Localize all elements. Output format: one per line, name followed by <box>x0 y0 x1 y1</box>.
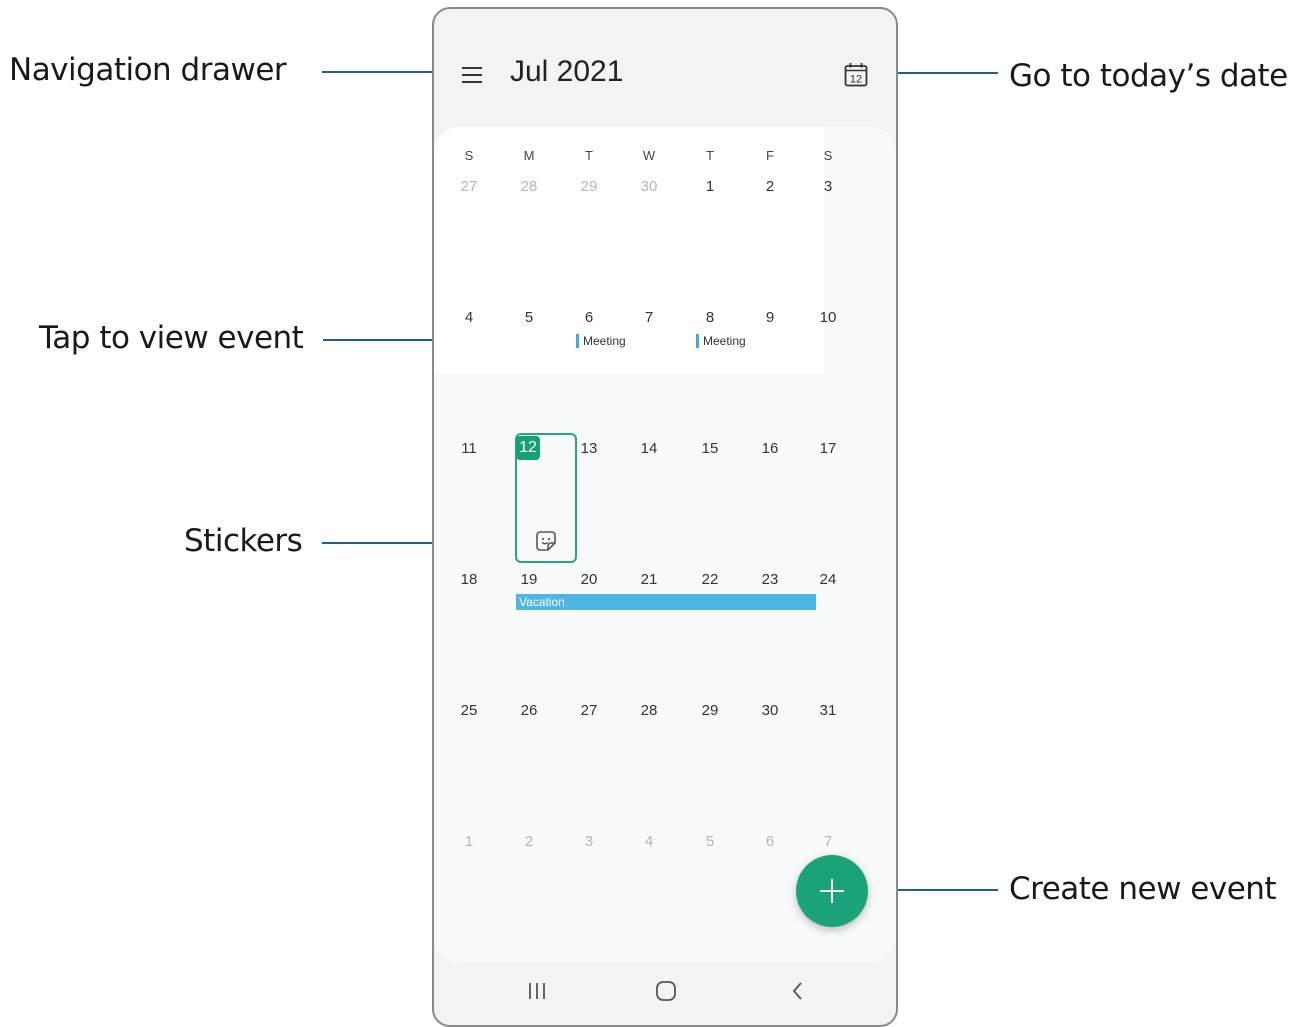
month-grid: S M T W T F S 27 28 29 30 1 2 3 4 5 6 7 … <box>434 127 896 963</box>
month-title[interactable]: Jul 2021 <box>510 55 623 89</box>
back-icon[interactable] <box>790 981 806 1006</box>
day-cell[interactable]: 4 <box>449 309 489 326</box>
day-cell[interactable]: 28 <box>629 702 669 719</box>
day-cell[interactable]: 3 <box>808 178 848 195</box>
day-cell[interactable]: 5 <box>509 309 549 326</box>
event-meeting[interactable]: Meeting <box>576 334 626 348</box>
current-week-highlight <box>434 127 824 373</box>
day-cell[interactable]: 25 <box>449 702 489 719</box>
weekday-header: M <box>523 148 535 163</box>
phone-screen: Jul 2021 12 S M T W T F S 27 28 29 30 1 … <box>432 7 898 1027</box>
sticker-icon[interactable] <box>534 529 558 553</box>
home-icon[interactable] <box>655 980 677 1007</box>
day-cell[interactable]: 3 <box>569 833 609 850</box>
weekday-header: S <box>464 148 474 163</box>
day-cell[interactable]: 31 <box>808 702 848 719</box>
calendar-today-icon[interactable]: 12 <box>844 62 868 87</box>
hamburger-icon[interactable] <box>462 67 482 83</box>
day-cell[interactable]: 4 <box>629 833 669 850</box>
callout-navigation-drawer: Navigation drawer <box>9 52 287 88</box>
day-cell[interactable]: 29 <box>569 178 609 195</box>
day-cell[interactable]: 8 <box>690 309 730 326</box>
weekday-header: W <box>642 148 656 163</box>
day-cell[interactable]: 6 <box>569 309 609 326</box>
callout-stickers: Stickers <box>184 523 303 559</box>
day-cell[interactable]: 14 <box>629 440 669 457</box>
day-cell[interactable]: 13 <box>569 440 609 457</box>
event-meeting[interactable]: Meeting <box>696 334 746 348</box>
weekday-header: S <box>823 148 833 163</box>
weekday-header: F <box>766 148 774 163</box>
day-cell[interactable]: 28 <box>509 178 549 195</box>
event-vacation[interactable]: Vacation <box>516 594 816 610</box>
day-cell[interactable]: 9 <box>750 309 790 326</box>
day-cell[interactable]: 6 <box>750 833 790 850</box>
day-cell[interactable]: 7 <box>629 309 669 326</box>
day-cell[interactable]: 30 <box>629 178 669 195</box>
day-cell[interactable]: 27 <box>569 702 609 719</box>
day-cell[interactable]: 20 <box>569 571 609 588</box>
day-cell[interactable]: 26 <box>509 702 549 719</box>
day-cell[interactable]: 10 <box>808 309 848 326</box>
today-icon-day: 12 <box>850 74 862 86</box>
day-cell[interactable]: 7 <box>808 833 848 850</box>
day-cell[interactable]: 19 <box>509 571 549 588</box>
day-cell[interactable]: 18 <box>449 571 489 588</box>
weekday-header: T <box>706 148 714 163</box>
day-cell[interactable]: 5 <box>690 833 730 850</box>
day-cell[interactable]: 22 <box>690 571 730 588</box>
day-cell[interactable]: 15 <box>690 440 730 457</box>
day-cell[interactable]: 1 <box>690 178 730 195</box>
recents-icon[interactable] <box>527 981 547 1006</box>
callout-create-new-event: Create new event <box>1009 871 1277 907</box>
callout-go-to-today: Go to today’s date <box>1009 58 1288 94</box>
day-cell[interactable]: 17 <box>808 440 848 457</box>
plus-icon <box>820 890 844 892</box>
callout-tap-to-view-event: Tap to view event <box>39 320 304 356</box>
day-cell[interactable]: 23 <box>750 571 790 588</box>
day-cell[interactable]: 2 <box>750 178 790 195</box>
day-cell[interactable]: 11 <box>449 440 489 457</box>
day-cell[interactable]: 27 <box>449 178 489 195</box>
day-cell[interactable]: 16 <box>750 440 790 457</box>
weekday-header: T <box>585 148 593 163</box>
day-cell[interactable]: 29 <box>690 702 730 719</box>
day-cell[interactable]: 1 <box>449 833 489 850</box>
day-cell[interactable]: 2 <box>509 833 549 850</box>
day-cell[interactable]: 21 <box>629 571 669 588</box>
create-event-button[interactable] <box>796 855 868 927</box>
day-cell[interactable]: 24 <box>808 571 848 588</box>
day-cell[interactable]: 30 <box>750 702 790 719</box>
today-date-badge[interactable]: 12 <box>516 436 540 460</box>
